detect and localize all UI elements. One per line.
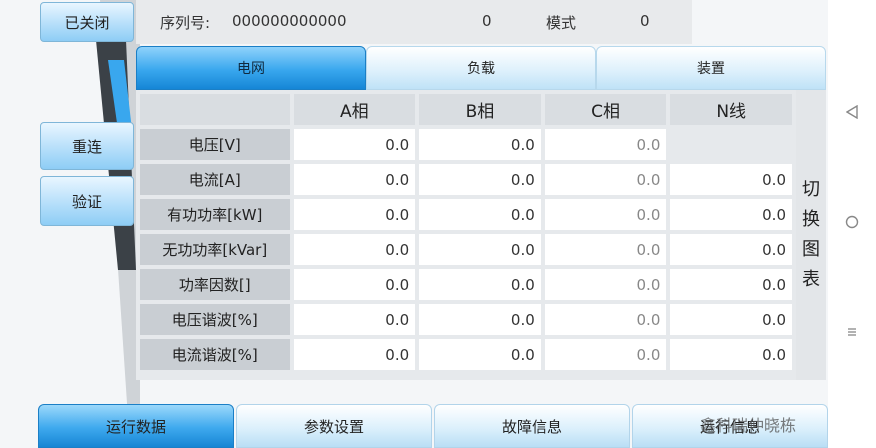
table-cell: 0.0 xyxy=(293,129,416,160)
table-row: 有功功率[kW] 0.0 0.0 0.0 0.0 xyxy=(140,199,792,230)
recent-menu-icon[interactable] xyxy=(842,322,862,342)
tab-fault-info[interactable]: 故障信息 xyxy=(434,404,630,448)
table-cell: 0.0 xyxy=(544,269,667,300)
tab-grid[interactable]: 电网 xyxy=(136,46,366,90)
table-row: 无功功率[kVar] 0.0 0.0 0.0 0.0 xyxy=(140,234,792,265)
table-row: 电流[A] 0.0 0.0 0.0 0.0 xyxy=(140,164,792,195)
table-cell: 0.0 xyxy=(293,234,416,265)
verify-button[interactable]: 验证 xyxy=(40,176,134,226)
home-circle-icon[interactable] xyxy=(842,212,862,232)
state-button[interactable]: 已关闭 xyxy=(40,2,134,42)
column-header-a: A相 xyxy=(293,94,416,125)
table-cell: 0.0 xyxy=(544,339,667,370)
table-row: 功率因数[] 0.0 0.0 0.0 0.0 xyxy=(140,269,792,300)
row-label: 电流[A] xyxy=(140,164,290,195)
switch-chart-char: 图 xyxy=(802,239,820,260)
table-cell: 0.0 xyxy=(670,339,792,370)
model-label: 模式 xyxy=(546,14,577,32)
serial-value: 000000000000 xyxy=(232,12,347,30)
reconnect-button[interactable]: 重连 xyxy=(40,122,134,170)
row-label: 无功功率[kVar] xyxy=(140,234,290,265)
table-cell: 0.0 xyxy=(544,164,667,195)
table-cell: 0.0 xyxy=(293,199,416,230)
table-cell: 0.0 xyxy=(419,304,541,335)
category-tabs: 电网 负载 装置 xyxy=(136,46,826,90)
measurement-table: A相 B相 C相 N线 电压[V] 0.0 0.0 0.0 电流[A] 0.0 … xyxy=(136,90,796,374)
model-value: 0 xyxy=(640,12,650,30)
table-cell: 0.0 xyxy=(419,129,541,160)
column-header-b: B相 xyxy=(419,94,541,125)
table-cell: 0.0 xyxy=(293,304,416,335)
table-row: 电压谐波[%] 0.0 0.0 0.0 0.0 xyxy=(140,304,792,335)
table-corner xyxy=(140,94,290,125)
table-cell: 0.0 xyxy=(419,164,541,195)
watermark: 鑫科瑞仲晓栋 xyxy=(700,416,797,435)
tab-run-data[interactable]: 运行数据 xyxy=(38,404,234,448)
tab-device[interactable]: 装置 xyxy=(596,46,826,90)
hmi-screen: 已关闭 序列号: 000000000000 0 模式 0 重连 验证 电网 负载… xyxy=(0,0,828,448)
table-cell: 0.0 xyxy=(419,269,541,300)
table-cell: 0.0 xyxy=(293,164,416,195)
column-header-n: N线 xyxy=(670,94,792,125)
table-cell: 0.0 xyxy=(670,234,792,265)
row-label: 有功功率[kW] xyxy=(140,199,290,230)
tab-load[interactable]: 负载 xyxy=(366,46,596,90)
table-cell xyxy=(670,129,792,160)
table-cell: 0.0 xyxy=(670,304,792,335)
row-label: 电压谐波[%] xyxy=(140,304,290,335)
table-cell: 0.0 xyxy=(544,234,667,265)
table-header-row: A相 B相 C相 N线 xyxy=(140,94,792,125)
switch-chart-char: 表 xyxy=(802,269,820,290)
table-row: 电流谐波[%] 0.0 0.0 0.0 0.0 xyxy=(140,339,792,370)
table-cell: 0.0 xyxy=(419,339,541,370)
table-cell: 0.0 xyxy=(544,304,667,335)
android-nav-bar xyxy=(828,0,876,448)
table-row: 电压[V] 0.0 0.0 0.0 xyxy=(140,129,792,160)
table-cell: 0.0 xyxy=(293,269,416,300)
table-cell: 0.0 xyxy=(670,199,792,230)
row-label: 电流谐波[%] xyxy=(140,339,290,370)
switch-chart-char: 换 xyxy=(802,209,820,230)
table-cell: 0.0 xyxy=(419,199,541,230)
table-cell: 0.0 xyxy=(544,129,667,160)
measurement-table-panel: A相 B相 C相 N线 电压[V] 0.0 0.0 0.0 电流[A] 0.0 … xyxy=(136,90,796,380)
switch-chart-button[interactable]: 切 换 图 表 xyxy=(796,90,826,380)
row-label: 功率因数[] xyxy=(140,269,290,300)
table-cell: 0.0 xyxy=(419,234,541,265)
serial-label: 序列号: xyxy=(160,14,211,32)
table-cell: 0.0 xyxy=(670,269,792,300)
row-label: 电压[V] xyxy=(140,129,290,160)
back-triangle-icon[interactable] xyxy=(842,102,862,122)
status-row: 序列号: 000000000000 0 模式 0 xyxy=(136,0,692,44)
table-cell: 0.0 xyxy=(544,199,667,230)
table-cell: 0.0 xyxy=(670,164,792,195)
switch-chart-char: 切 xyxy=(802,179,820,200)
column-header-c: C相 xyxy=(544,94,667,125)
count-value: 0 xyxy=(482,12,492,30)
table-cell: 0.0 xyxy=(293,339,416,370)
tab-parameter-settings[interactable]: 参数设置 xyxy=(236,404,432,448)
